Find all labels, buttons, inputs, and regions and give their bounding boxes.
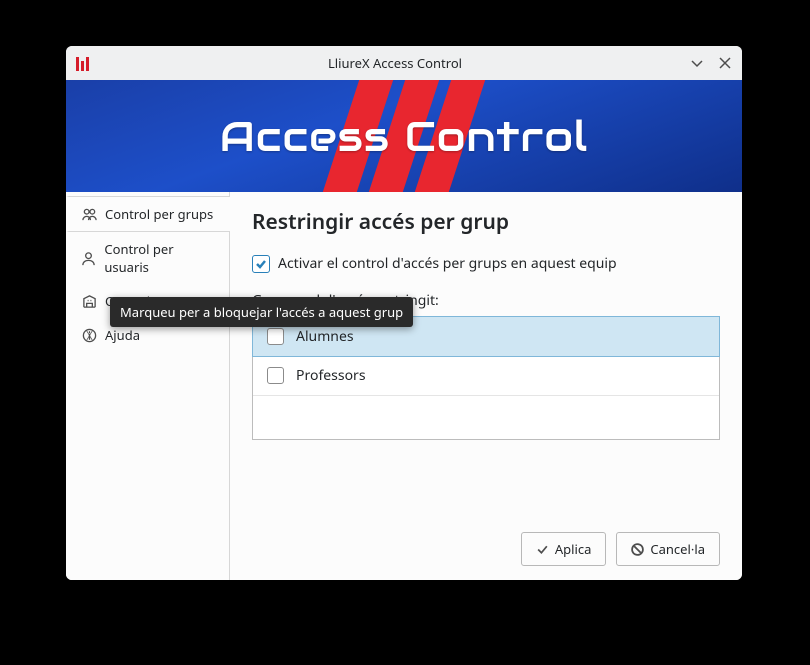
titlebar: LliureX Access Control xyxy=(66,46,742,80)
banner: Access Control xyxy=(66,80,742,192)
group-row-professors[interactable]: Professors xyxy=(253,356,719,396)
enable-access-control-row: Activar el control d'accés per grups en … xyxy=(252,254,720,273)
tooltip: Marqueu per a bloquejar l'accés a aquest… xyxy=(110,297,413,327)
minimize-button[interactable] xyxy=(690,56,704,70)
sidebar-item-label: Control per grups xyxy=(105,205,213,223)
apply-button[interactable]: Aplica xyxy=(521,532,607,566)
app-icon xyxy=(76,55,92,71)
cancel-button-label: Cancel·la xyxy=(650,540,705,558)
titlebar-buttons xyxy=(690,56,732,70)
user-icon xyxy=(81,250,96,266)
enable-access-control-label: Activar el control d'accés per grups en … xyxy=(278,254,617,273)
sidebar-item-users[interactable]: Control per usuaris xyxy=(66,232,229,284)
building-icon xyxy=(81,293,97,309)
sidebar: Control per grups Control per usuaris Co… xyxy=(66,192,230,580)
help-icon xyxy=(81,327,97,343)
enable-access-control-checkbox[interactable] xyxy=(252,255,270,273)
group-label: Alumnes xyxy=(296,327,354,346)
group-label: Professors xyxy=(296,366,366,385)
group-checkbox[interactable] xyxy=(267,328,284,345)
groups-list: Alumnes Professors xyxy=(252,316,720,440)
sidebar-item-label: Control per usuaris xyxy=(104,240,217,276)
cancel-icon xyxy=(631,543,644,556)
page-heading: Restringir accés per grup xyxy=(252,208,720,236)
window-title: LliureX Access Control xyxy=(100,54,690,72)
body: Control per grups Control per usuaris Co… xyxy=(66,192,742,580)
apply-button-label: Aplica xyxy=(555,540,592,558)
group-checkbox[interactable] xyxy=(267,367,284,384)
cancel-button[interactable]: Cancel·la xyxy=(616,532,720,566)
sidebar-item-label: Ajuda xyxy=(105,326,140,344)
close-button[interactable] xyxy=(718,56,732,70)
main-panel: Restringir accés per grup Activar el con… xyxy=(230,192,742,580)
groups-icon xyxy=(81,206,97,222)
footer: Aplica Cancel·la xyxy=(252,518,720,566)
check-icon xyxy=(536,543,549,556)
banner-title: Access Control xyxy=(220,109,588,163)
sidebar-item-groups[interactable]: Control per grups xyxy=(66,196,230,232)
